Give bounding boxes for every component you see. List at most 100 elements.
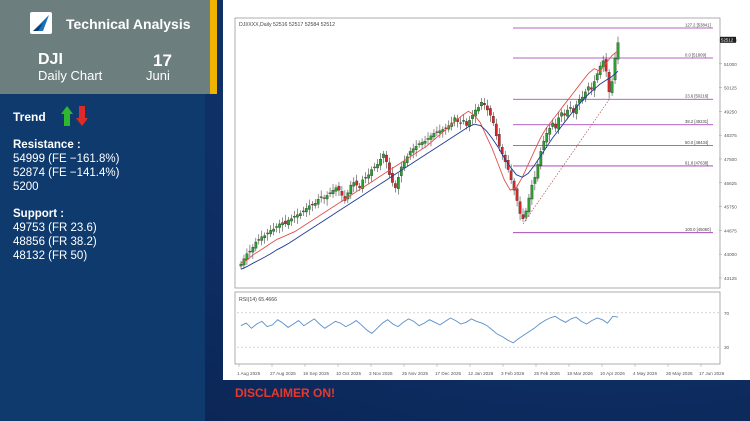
candle: [331, 190, 335, 195]
candle: [563, 113, 566, 116]
candle: [539, 151, 543, 166]
candle: [257, 239, 261, 241]
candle: [364, 177, 368, 179]
support-level-2: 48856 (FR 38.2): [13, 236, 97, 248]
disclaimer-text: DISCLAIMER ON!: [235, 386, 335, 400]
x-tick-label: 26 May 2026: [666, 371, 693, 376]
candle: [489, 108, 492, 116]
candle: [260, 236, 264, 241]
candle: [319, 196, 323, 198]
candle: [322, 197, 326, 199]
x-tick-label: 3 Feb 2026: [501, 371, 525, 376]
x-tick-label: 25 Nov 2025: [402, 371, 428, 376]
y-tick-label: 47500: [724, 157, 737, 162]
candle: [272, 228, 276, 232]
candle: [595, 73, 599, 81]
y-tick-label: 48375: [724, 133, 737, 138]
candle: [334, 187, 338, 192]
candle: [337, 185, 341, 191]
candle: [370, 169, 373, 176]
x-tick-label: 25 Feb 2026: [534, 371, 560, 376]
rsi-label: RSI(14) 65.4666: [239, 297, 277, 303]
candle: [325, 195, 329, 200]
rsi-pane-frame: [234, 291, 721, 365]
candle: [248, 250, 252, 253]
candle: [367, 174, 370, 179]
candle: [263, 235, 267, 239]
x-tick-label: 17 Dec 2025: [435, 371, 461, 376]
chart-timeframe: Daily Chart: [38, 68, 103, 83]
candle: [391, 173, 394, 183]
candle: [394, 183, 397, 188]
x-tick-label: 10 Oct 2025: [336, 371, 361, 376]
candle: [269, 230, 273, 235]
candle: [432, 133, 436, 138]
candle: [266, 232, 270, 235]
fib-level-label: 100.0 [45060]: [685, 227, 711, 232]
candle: [316, 199, 320, 205]
candle: [376, 164, 379, 169]
resistance-level-1: 54999 (FE −161.8%): [13, 153, 120, 165]
candle: [340, 191, 344, 196]
left-panel-footer: [0, 380, 205, 421]
price-chart: DJI/XXX,Daily 52516 52517 52584 52512 RS…: [234, 17, 737, 376]
candle: [586, 86, 590, 91]
candle: [287, 219, 290, 226]
candle: [566, 109, 569, 117]
resistance-level-3: 5200: [13, 181, 39, 193]
candle: [480, 102, 483, 107]
candle: [275, 226, 278, 228]
candle: [293, 215, 296, 218]
chart-title-readout: DJI/XXX,Daily 52516 52517 52584 52512: [239, 22, 335, 28]
candle: [610, 81, 614, 94]
x-tick-label: 27 Aug 2025: [270, 371, 296, 376]
candle: [290, 218, 293, 222]
y-tick-label: 44875: [724, 228, 737, 233]
fib-level-label: 61.8 [47638]: [685, 160, 708, 165]
y-tick-label: 43125: [724, 276, 737, 281]
candle: [385, 154, 388, 162]
candle: [515, 188, 519, 201]
ticker-symbol: DJI: [38, 51, 63, 68]
candle: [417, 143, 421, 145]
candle: [307, 205, 311, 210]
candle: [426, 138, 430, 140]
candle: [557, 117, 560, 130]
candle: [548, 127, 552, 135]
support-level-3: 48132 (FR 50): [13, 250, 88, 262]
y-tick-label: 49250: [724, 109, 737, 114]
date-month: Juni: [146, 68, 170, 83]
candle: [408, 151, 412, 156]
candle: [423, 140, 427, 144]
candle: [435, 131, 439, 133]
candle: [281, 222, 284, 226]
candle: [509, 170, 513, 181]
candle: [542, 140, 546, 151]
candle: [239, 263, 243, 267]
candle: [299, 213, 302, 217]
candle: [483, 103, 486, 105]
trend-arrows: [61, 106, 88, 126]
fib-level-label: 0.0 [51809]: [685, 53, 706, 58]
candle: [420, 142, 424, 145]
y-tick-label: 51000: [724, 62, 737, 67]
candle: [388, 162, 391, 175]
candle: [607, 72, 611, 93]
candle: [589, 87, 593, 90]
y-tick-label: 50125: [724, 86, 737, 91]
candle: [349, 184, 353, 195]
trend-label: Trend: [13, 110, 46, 124]
header-accent-bar: [210, 0, 217, 94]
candle: [459, 122, 463, 124]
x-tick-label: 19 Mar 2026: [567, 371, 593, 376]
fib-level-label: 50.0 [48434]: [685, 140, 708, 145]
support-title: Support :: [13, 208, 65, 220]
candle: [560, 112, 563, 117]
candle: [486, 105, 489, 111]
resistance-title: Resistance :: [13, 139, 81, 151]
price-pane-frame: [234, 17, 721, 289]
candle: [569, 107, 572, 109]
candle: [465, 121, 468, 126]
candle: [284, 220, 287, 225]
arrow-up-icon: [61, 106, 73, 126]
